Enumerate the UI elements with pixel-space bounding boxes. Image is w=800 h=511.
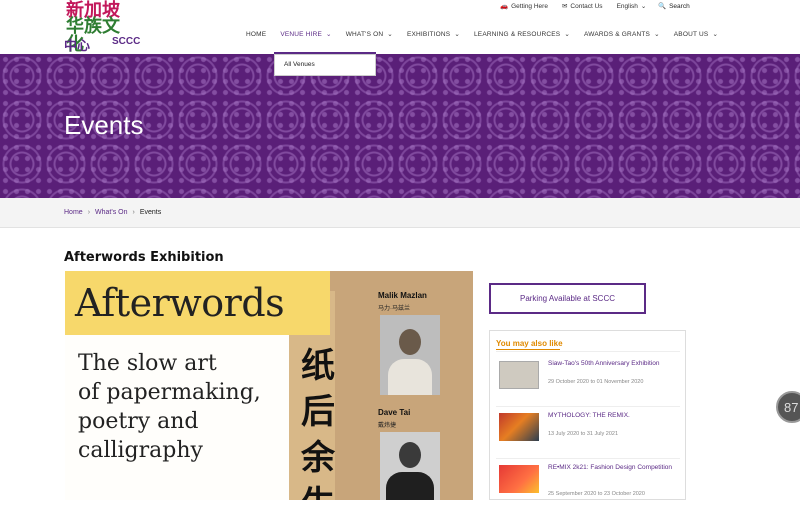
related-thumbnail[interactable] (499, 465, 539, 493)
nav-awards-grants[interactable]: AWARDS & GRANTS ⌄ (584, 30, 660, 39)
related-item[interactable]: MYTHOLOGY: THE REMIX. 13 July 2020 to 31… (496, 409, 680, 459)
floating-counter-button[interactable]: 87 (776, 391, 800, 423)
poster-title: Afterwords (75, 281, 285, 325)
chevron-down-icon: ⌄ (712, 31, 719, 38)
logo-abbr: SCCC (112, 36, 141, 47)
poster-subtitle: The slow art of papermaking, poetry and … (78, 349, 261, 465)
nav-venue-hire[interactable]: VENUE HIRE ⌄ (280, 30, 332, 39)
chevron-down-icon: ⌄ (387, 31, 393, 38)
breadcrumb-current: Events (139, 209, 162, 216)
car-icon: 🚗 (500, 3, 509, 10)
nav-home[interactable]: HOME (246, 30, 266, 38)
getting-here-link[interactable]: 🚗 Getting Here (500, 2, 548, 11)
language-select[interactable]: English ⌄ (616, 2, 647, 11)
event-poster-image: Afterwords The slow art of papermaking, … (65, 271, 473, 500)
related-thumbnail[interactable] (499, 413, 539, 441)
contact-us-link[interactable]: ✉ Contact Us (561, 2, 603, 11)
artist-2-name: Dave Tai (378, 408, 411, 417)
breadcrumb: Home › What's On › Events (0, 198, 800, 228)
nav-home-label: HOME (246, 30, 267, 38)
utility-bar: 🚗 Getting Here ✉ Contact Us English ⌄ (500, 2, 647, 11)
nav-exhibitions[interactable]: EXHIBITIONS ⌄ (406, 30, 460, 39)
divider (496, 351, 680, 352)
poster-cjk-title: 纸 后 余 生 (301, 343, 343, 500)
search-link[interactable]: 🔍 Search (658, 2, 690, 11)
poster-subtitle-line: calligraphy (78, 438, 203, 463)
logo-line-3: 中心 (64, 39, 91, 54)
related-date: 13 July 2020 to 31 July 2021 (548, 431, 619, 437)
nav-awards-label: AWARDS & GRANTS (584, 30, 651, 38)
divider (496, 458, 680, 459)
chevron-down-icon: ⌄ (564, 31, 570, 38)
poster-subtitle-line: poetry and (78, 409, 199, 434)
nav-learning-label: LEARNING & RESOURCES (473, 30, 561, 38)
nav-about-us[interactable]: ABOUT US ⌄ (673, 30, 719, 39)
poster-cjk-char: 生 (301, 481, 343, 500)
artist-1-name: Malik Mazlan (378, 291, 427, 300)
main-nav: HOME VENUE HIRE ⌄ WHAT'S ON ⌄ EXHIBITIONS ⌄… (246, 30, 719, 39)
chevron-down-icon: ⌄ (654, 31, 660, 38)
getting-here-label: Getting Here (511, 2, 548, 10)
poster-cjk-char: 后 (301, 392, 335, 432)
nav-whats-on[interactable]: WHAT'S ON ⌄ (345, 30, 393, 39)
site-header: 新加坡 华族文化 中心 SCCC 🚗 Getting Here ✉ Contac… (0, 0, 800, 54)
related-item[interactable]: RE•MIX 2k21: Fashion Design Competition … (496, 461, 680, 511)
related-title[interactable]: MYTHOLOGY: THE REMIX. (548, 412, 676, 420)
chevron-down-icon: ⌄ (454, 31, 460, 38)
breadcrumb-home[interactable]: Home (64, 209, 83, 216)
chevron-down-icon: ⌄ (326, 31, 332, 38)
related-title[interactable]: Siaw-Tao's 50th Anniversary Exhibition (548, 360, 676, 368)
dropdown-all-venues[interactable]: All Venues (284, 61, 315, 68)
nav-about-label: ABOUT US (673, 30, 709, 38)
poster-cjk-char: 余 (301, 438, 335, 478)
contact-us-label: Contact Us (570, 2, 603, 10)
parking-button[interactable]: Parking Available at SCCC (489, 283, 646, 314)
breadcrumb-whats-on[interactable]: What's On (95, 209, 127, 216)
parking-label: Parking Available at SCCC (519, 294, 615, 303)
page-hero-title: Events (64, 110, 144, 140)
sccc-logo[interactable]: 新加坡 华族文化 中心 SCCC (64, 0, 140, 55)
poster-subtitle-line: The slow art (78, 351, 217, 376)
also-like-panel: You may also like Siaw-Tao's 50th Annive… (489, 330, 686, 500)
hero-banner: Events (0, 54, 800, 198)
poster-cjk-char: 纸 (301, 346, 335, 386)
floating-counter-label: 87 (784, 399, 799, 415)
related-date: 29 October 2020 to 01 November 2020 (548, 379, 644, 385)
mail-icon: ✉ (561, 3, 568, 10)
language-label: English (616, 2, 638, 10)
artist-2-cjk: 戴炜捷 (378, 423, 397, 429)
artist-2-photo (380, 432, 440, 500)
also-like-heading: You may also like (496, 339, 563, 348)
artist-1-cjk: 马力·马兹兰 (378, 306, 410, 312)
nav-learning-resources[interactable]: LEARNING & RESOURCES ⌄ (473, 30, 570, 39)
related-date: 25 September 2020 to 23 October 2020 (548, 491, 645, 497)
heading-underline (496, 349, 560, 350)
chevron-down-icon: ⌄ (640, 3, 647, 10)
search-label: Search (669, 2, 690, 10)
event-title: Afterwords Exhibition (64, 250, 224, 265)
divider (496, 406, 680, 407)
search-icon: 🔍 (658, 3, 667, 10)
nav-venue-hire-label: VENUE HIRE (280, 30, 323, 38)
chevron-right-icon: › (132, 209, 135, 216)
poster-subtitle-line: of papermaking, (78, 380, 261, 405)
venue-hire-dropdown: All Venues (274, 54, 376, 76)
artist-1-photo (380, 315, 440, 395)
related-item[interactable]: Siaw-Tao's 50th Anniversary Exhibition 2… (496, 357, 680, 407)
related-thumbnail[interactable] (499, 361, 539, 389)
chevron-right-icon: › (87, 209, 91, 216)
nav-exhibitions-label: EXHIBITIONS (406, 30, 451, 38)
related-title[interactable]: RE•MIX 2k21: Fashion Design Competition (548, 464, 676, 472)
nav-whats-on-label: WHAT'S ON (345, 30, 384, 38)
